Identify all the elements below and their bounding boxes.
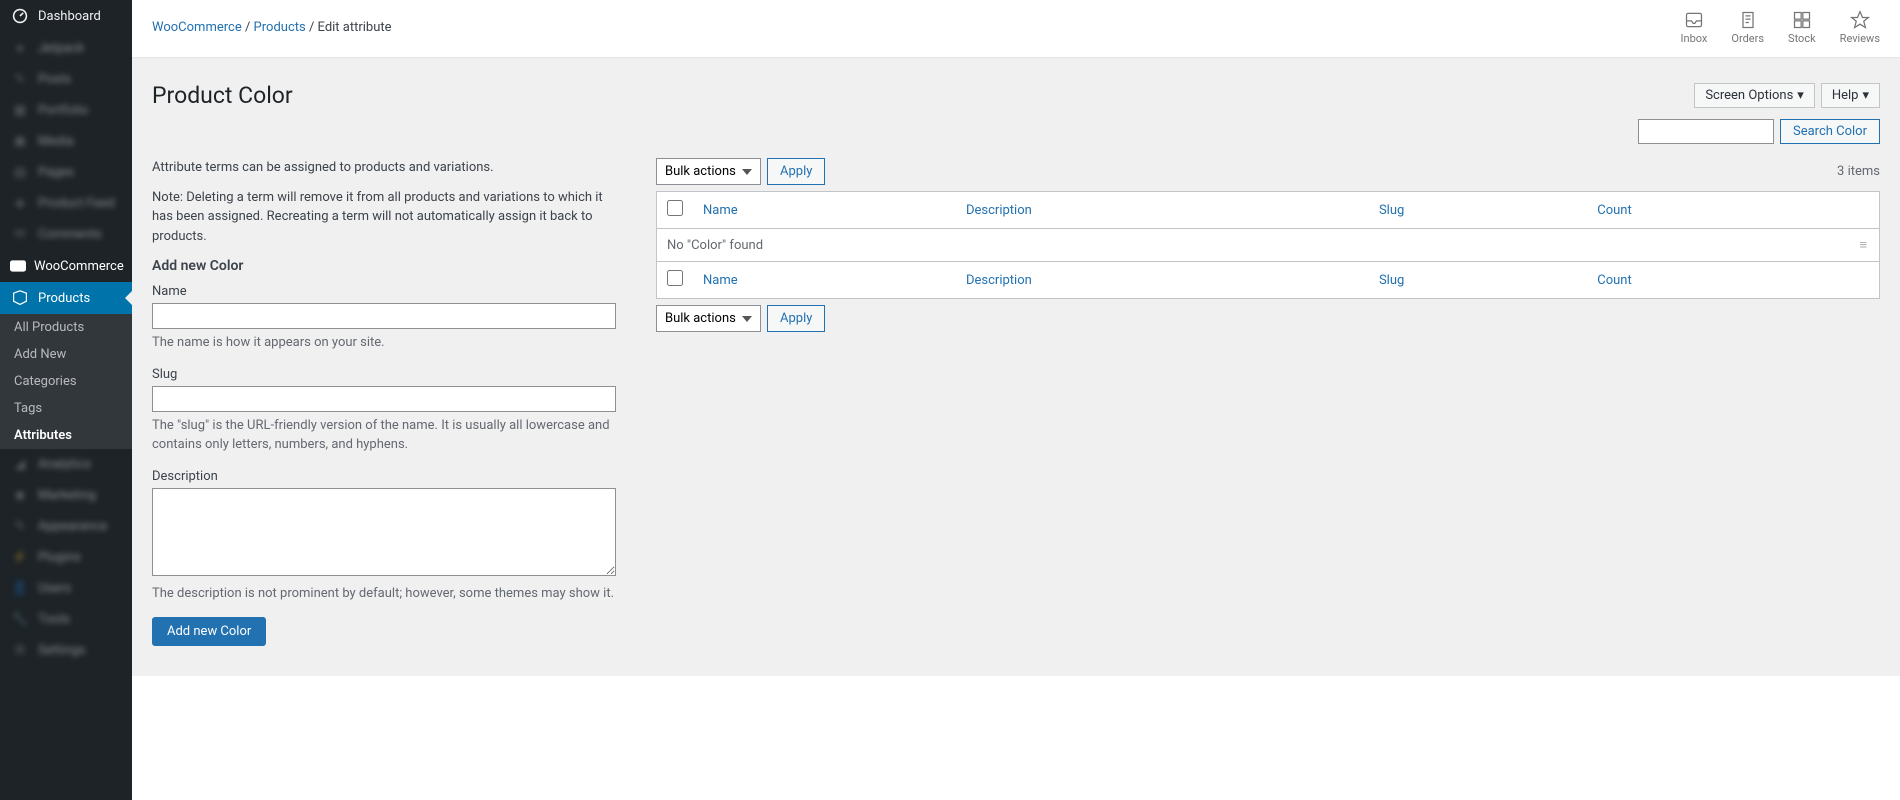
breadcrumb-products[interactable]: Products (254, 20, 306, 35)
inbox-icon (1684, 10, 1704, 30)
col-name[interactable]: Name (703, 203, 738, 218)
terms-table: Name Description Slug Count No "Color" f… (656, 191, 1880, 299)
orders-icon (1738, 10, 1758, 30)
no-items-row: No "Color" found (657, 229, 1850, 262)
sidebar-item-blurred[interactable]: ⚙Settings (0, 635, 132, 666)
stock-icon (1792, 10, 1812, 30)
name-input[interactable] (152, 303, 616, 329)
sidebar-item-blurred[interactable]: ✎Appearance (0, 511, 132, 542)
col-count-foot[interactable]: Count (1597, 273, 1631, 288)
reorder-icon: ≡ (1860, 237, 1868, 253)
sidebar-item-blurred[interactable]: ▣Media (0, 126, 132, 157)
select-all-bottom[interactable] (667, 270, 683, 286)
sidebar-item-blurred[interactable]: ▤Pages (0, 157, 132, 188)
submenu-add-new[interactable]: Add New (0, 341, 132, 368)
intro-text-1: Attribute terms can be assigned to produ… (152, 158, 616, 178)
products-icon (10, 290, 30, 306)
sidebar-item-blurred[interactable]: ●Jetpack (0, 32, 132, 64)
top-stock[interactable]: Stock (1788, 10, 1816, 45)
col-count[interactable]: Count (1597, 203, 1631, 218)
dashboard-icon (10, 8, 30, 24)
breadcrumb: WooCommerce / Products / Edit attribute (152, 20, 392, 35)
col-slug-foot[interactable]: Slug (1379, 273, 1404, 288)
sidebar-item-blurred[interactable]: ▦Portfolio (0, 95, 132, 126)
sidebar-item-blurred[interactable]: ✎Posts (0, 64, 132, 95)
search-input[interactable] (1638, 119, 1774, 144)
sidebar-item-blurred[interactable]: ◢Analytics (0, 449, 132, 480)
breadcrumb-woocommerce[interactable]: WooCommerce (152, 20, 242, 35)
description-help: The description is not prominent by defa… (152, 584, 616, 604)
woocommerce-icon (10, 258, 26, 274)
bulk-actions-select-top[interactable]: Bulk actions (656, 158, 761, 185)
top-orders[interactable]: Orders (1731, 10, 1764, 45)
intro-text-2: Note: Deleting a term will remove it fro… (152, 188, 616, 247)
sidebar-item-products[interactable]: Products (0, 282, 132, 314)
form-heading: Add new Color (152, 258, 616, 274)
sidebar-item-blurred[interactable]: 🔧Tools (0, 604, 132, 635)
add-new-color-button[interactable]: Add new Color (152, 617, 266, 646)
item-count: 3 items (1837, 164, 1880, 179)
chevron-down-icon: ▾ (1797, 88, 1804, 103)
submenu-all-products[interactable]: All Products (0, 314, 132, 341)
col-description[interactable]: Description (966, 203, 1032, 218)
breadcrumb-current: Edit attribute (318, 20, 392, 35)
sidebar-label-woocommerce: WooCommerce (34, 259, 124, 274)
name-help: The name is how it appears on your site. (152, 333, 616, 353)
col-name-foot[interactable]: Name (703, 273, 738, 288)
search-button[interactable]: Search Color (1780, 119, 1880, 144)
col-description-foot[interactable]: Description (966, 273, 1032, 288)
submenu-attributes[interactable]: Attributes (0, 422, 132, 449)
help-button[interactable]: Help ▾ (1821, 83, 1880, 108)
screen-options-button[interactable]: Screen Options ▾ (1694, 83, 1815, 108)
sidebar-item-dashboard[interactable]: Dashboard (0, 0, 132, 32)
sidebar-item-blurred[interactable]: ◈Product Feed (0, 188, 132, 219)
apply-button-bottom[interactable]: Apply (767, 305, 825, 332)
sidebar-item-blurred[interactable]: ⚡Plugins (0, 542, 132, 573)
sidebar-label-dashboard: Dashboard (38, 9, 101, 24)
slug-help: The "slug" is the URL-friendly version o… (152, 416, 616, 455)
col-slug[interactable]: Slug (1379, 203, 1404, 218)
top-reviews[interactable]: Reviews (1840, 10, 1880, 45)
sidebar-item-blurred[interactable]: ✉Comments (0, 219, 132, 250)
select-all-top[interactable] (667, 200, 683, 216)
sidebar-item-woocommerce[interactable]: WooCommerce (0, 250, 132, 282)
slug-input[interactable] (152, 386, 616, 412)
chevron-down-icon: ▾ (1862, 88, 1869, 103)
submenu-categories[interactable]: Categories (0, 368, 132, 395)
sidebar-item-blurred[interactable]: ◆Marketing (0, 480, 132, 511)
bulk-actions-select-bottom[interactable]: Bulk actions (656, 305, 761, 332)
top-inbox[interactable]: Inbox (1681, 10, 1708, 45)
description-label: Description (152, 469, 616, 484)
sidebar-item-blurred[interactable]: 👤Users (0, 573, 132, 604)
page-title: Product Color (152, 82, 293, 109)
reviews-icon (1850, 10, 1870, 30)
slug-label: Slug (152, 367, 616, 382)
sidebar-label-products: Products (38, 291, 90, 306)
description-textarea[interactable] (152, 488, 616, 576)
apply-button-top[interactable]: Apply (767, 158, 825, 185)
name-label: Name (152, 284, 616, 299)
submenu-tags[interactable]: Tags (0, 395, 132, 422)
